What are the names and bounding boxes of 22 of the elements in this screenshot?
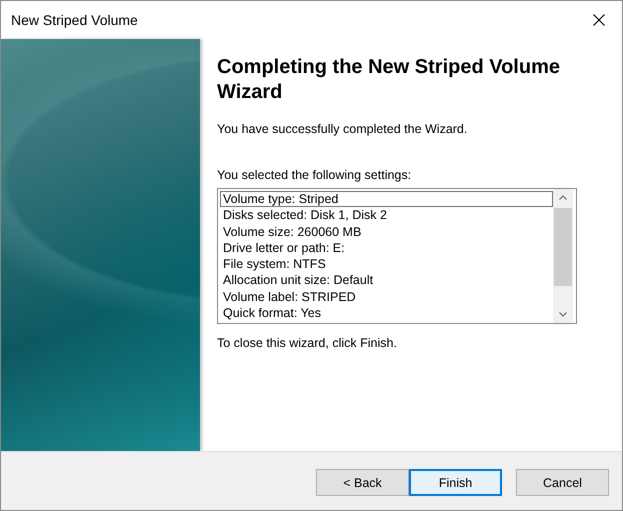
settings-item[interactable]: File system: NTFS: [220, 256, 553, 272]
wizard-button[interactable]: Cancel: [516, 469, 609, 496]
settings-item[interactable]: Volume label: STRIPED: [220, 288, 553, 306]
close-icon: [593, 14, 605, 26]
wizard-heading: Completing the New Striped Volume Wizard: [217, 55, 561, 105]
settings-item[interactable]: Drive letter or path: E:: [220, 240, 553, 256]
scroll-down-icon[interactable]: [559, 312, 567, 317]
message-text: You have successfully completed the Wizard.: [217, 122, 468, 136]
window-title: New Striped Volume: [11, 12, 138, 28]
wizard-button[interactable]: Finish: [409, 469, 502, 496]
settings-item[interactable]: Allocation unit size: Default: [220, 272, 553, 289]
settings-list[interactable]: Volume type: Striped Disks selected: Disk 1, Disk 2 Volume size: 260060 MB Drive letter or path: E: File system: NTFS Allocation unit size: Default Volume label: STRIPED Quick format: Yes: [217, 188, 577, 324]
closing-note: To close this wizard, click Finish.: [217, 336, 398, 350]
settings-item[interactable]: Volume type: Striped: [220, 191, 553, 208]
scrollbar[interactable]: [553, 189, 573, 323]
wizard-button[interactable]: < Back: [316, 469, 409, 496]
scroll-up-icon[interactable]: [559, 195, 567, 200]
settings-item[interactable]: Volume size: 260060 MB: [220, 224, 553, 240]
settings-label: You selected the following settings:: [217, 168, 412, 182]
scroll-thumb[interactable]: [554, 208, 572, 286]
settings-item[interactable]: Quick format: Yes: [220, 305, 553, 322]
settings-item[interactable]: Disks selected: Disk 1, Disk 2: [220, 207, 553, 224]
